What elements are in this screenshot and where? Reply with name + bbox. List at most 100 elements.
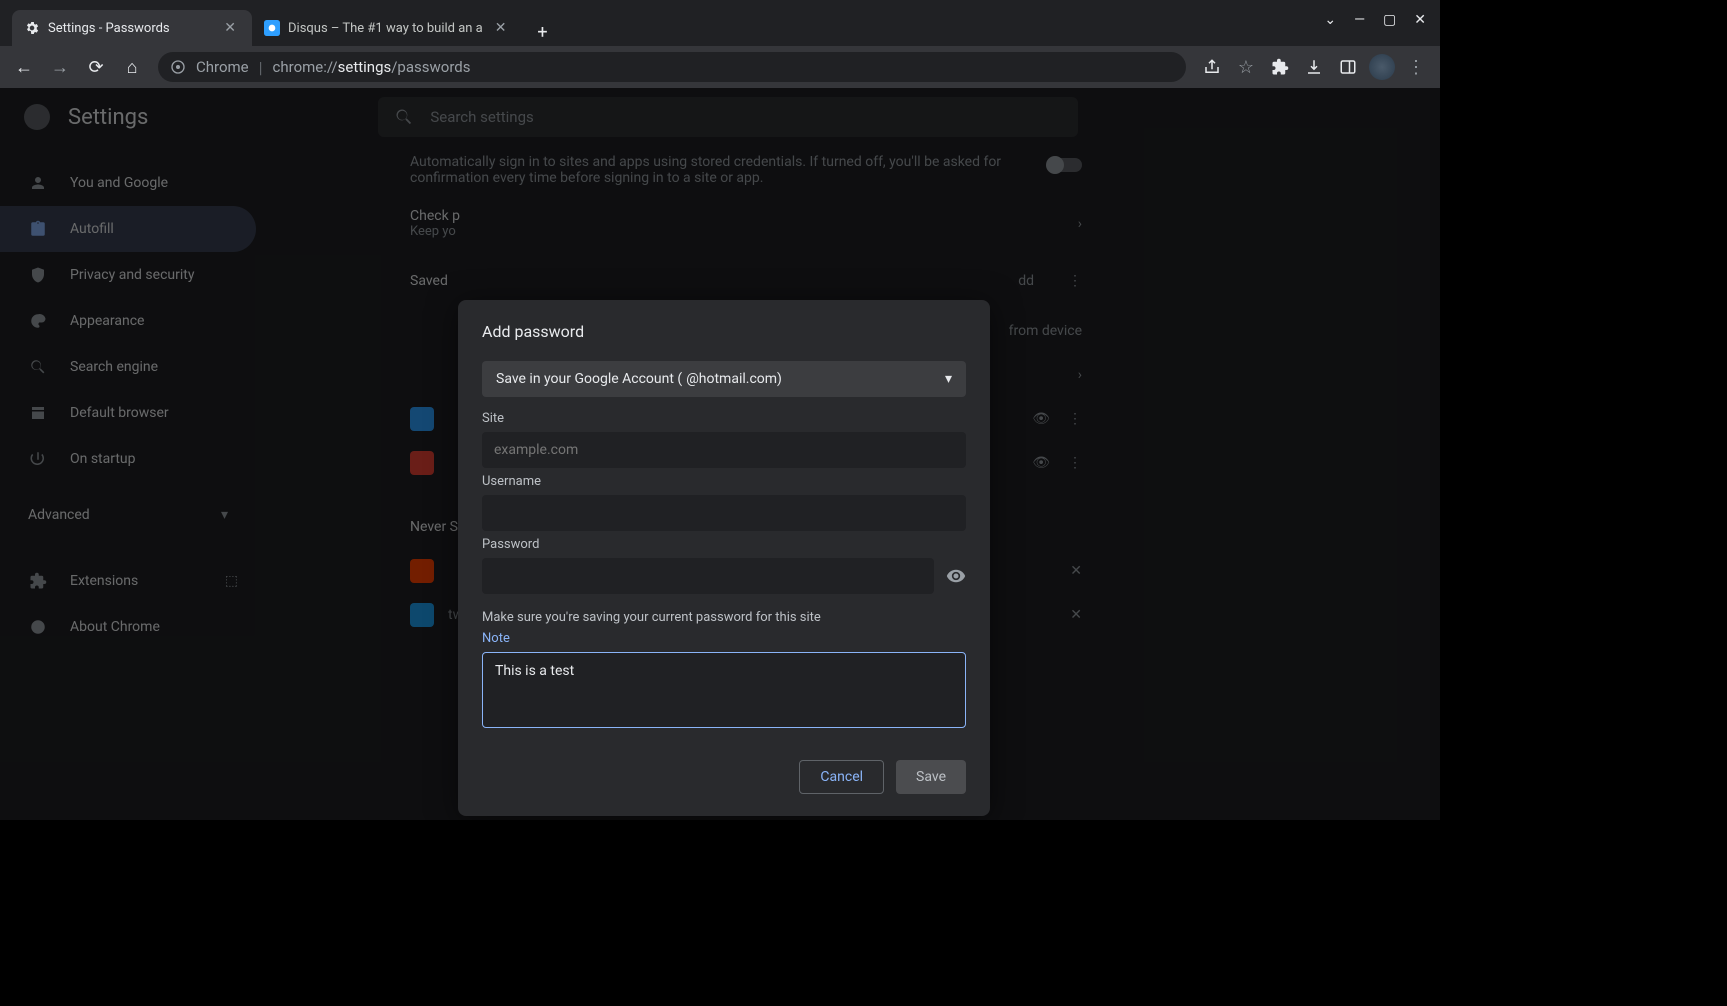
tab-title: Disqus – The #1 way to build an a [288, 21, 483, 36]
omnibox-url: chrome://settings/passwords [273, 58, 471, 76]
sidebar-item-autofill[interactable]: Autofill [0, 206, 256, 252]
sidebar-item-label: Autofill [70, 221, 114, 237]
save-button[interactable]: Save [896, 760, 966, 794]
sidebar-item-default-browser[interactable]: Default browser [0, 390, 256, 436]
sidebar-item-search-engine[interactable]: Search engine [0, 344, 256, 390]
eye-icon[interactable]: 👁 [1032, 455, 1050, 471]
saved-heading: Saved [410, 273, 448, 289]
sidepanel-icon[interactable] [1332, 51, 1364, 83]
tab-close-icon[interactable]: ✕ [220, 20, 240, 36]
chrome-icon [170, 59, 186, 75]
check-passwords-row[interactable]: Check p Keep yo › [396, 194, 1096, 253]
account-prefix: Save in your Google Account ( [496, 371, 682, 387]
sidebar-item-extensions[interactable]: Extensions ⬚ [0, 558, 256, 604]
search-placeholder: Search settings [430, 108, 533, 126]
settings-header: Settings Search settings [0, 88, 1440, 146]
remove-icon[interactable]: ✕ [1070, 563, 1082, 579]
menu-icon[interactable]: ⋮ [1400, 51, 1432, 83]
reload-button[interactable]: ⟳ [80, 51, 112, 83]
site-label: Site [482, 411, 966, 426]
sidebar-item-label: You and Google [70, 175, 168, 191]
toolbar-right: ☆ ⋮ [1196, 51, 1432, 83]
sidebar-item-about[interactable]: About Chrome [0, 604, 256, 650]
username-input[interactable] [482, 495, 966, 531]
omnibox[interactable]: Chrome | chrome://settings/passwords [158, 52, 1186, 82]
remove-icon[interactable]: ✕ [1070, 607, 1082, 623]
dialog-actions: Cancel Save [482, 760, 966, 794]
chevron-down-icon: ▾ [221, 507, 228, 523]
gear-icon [24, 20, 40, 36]
show-password-icon[interactable] [946, 566, 966, 586]
tab-close-icon[interactable]: ✕ [491, 20, 511, 36]
back-button[interactable]: ← [8, 51, 40, 83]
chevron-right-icon: › [1078, 216, 1082, 232]
from-device-label[interactable]: from device [1009, 323, 1082, 339]
favicon [410, 451, 434, 475]
sidebar-item-on-startup[interactable]: On startup [0, 436, 256, 482]
sidebar-item-label: Extensions [70, 573, 138, 589]
omnibox-product: Chrome [196, 58, 249, 76]
search-icon [394, 107, 414, 127]
note-input[interactable] [482, 652, 966, 728]
content-area: Settings Search settings You and Google … [0, 88, 1440, 820]
sidebar-item-label: Search engine [70, 359, 158, 375]
password-input[interactable] [482, 558, 934, 594]
downloads-icon[interactable] [1298, 51, 1330, 83]
clipboard-icon [28, 219, 48, 239]
auto-signin-row: Automatically sign in to sites and apps … [396, 146, 1096, 194]
home-button[interactable]: ⌂ [116, 51, 148, 83]
tab-settings-passwords[interactable]: Settings - Passwords ✕ [12, 10, 252, 46]
browser-window: ⌄ ― ▢ ✕ Settings - Passwords ✕ Disqus – … [0, 0, 1440, 820]
sidebar-item-label: Privacy and security [70, 267, 194, 283]
palette-icon [28, 311, 48, 331]
favicon [410, 559, 434, 583]
tab-disqus[interactable]: Disqus – The #1 way to build an a ✕ [252, 10, 522, 46]
sidebar-item-you-and-google[interactable]: You and Google [0, 160, 256, 206]
sidebar-item-label: Advanced [28, 507, 90, 523]
eye-icon[interactable]: 👁 [1032, 411, 1050, 427]
external-link-icon: ⬚ [225, 573, 238, 589]
twitter-icon [410, 603, 434, 627]
page-title: Settings [68, 105, 148, 130]
cancel-button[interactable]: Cancel [799, 760, 884, 794]
chrome-logo-icon [24, 104, 50, 130]
more-icon[interactable]: ⋮ [1068, 455, 1082, 471]
more-icon[interactable]: ⋮ [1068, 411, 1082, 427]
sidebar-item-label: On startup [70, 451, 136, 467]
username-label: Username [482, 474, 966, 489]
tab-bar: Settings - Passwords ✕ Disqus – The #1 w… [0, 0, 1440, 46]
more-icon[interactable]: ⋮ [1068, 273, 1082, 289]
chevron-down-icon[interactable]: ⌄ [1324, 12, 1336, 28]
close-icon[interactable]: ✕ [1414, 12, 1426, 28]
window-icon [28, 403, 48, 423]
sidebar-item-appearance[interactable]: Appearance [0, 298, 256, 344]
sidebar-item-label: Appearance [70, 313, 144, 329]
new-tab-button[interactable]: + [528, 18, 556, 46]
share-icon[interactable] [1196, 51, 1228, 83]
toolbar: ← → ⟳ ⌂ Chrome | chrome://settings/passw… [0, 46, 1440, 88]
site-input[interactable] [482, 432, 966, 468]
dialog-title: Add password [482, 322, 966, 341]
sidebar-item-advanced[interactable]: Advanced ▾ [0, 492, 256, 538]
auto-signin-text: Automatically sign in to sites and apps … [410, 154, 1008, 186]
auto-signin-toggle[interactable] [1048, 158, 1082, 172]
sidebar-item-privacy[interactable]: Privacy and security [0, 252, 256, 298]
maximize-icon[interactable]: ▢ [1383, 12, 1396, 28]
sidebar: You and Google Autofill Privacy and secu… [0, 146, 266, 650]
add-password-dialog: Add password Save in your Google Account… [458, 300, 990, 816]
check-title: Check p [410, 208, 460, 224]
never-heading: Never S [410, 519, 458, 535]
chevron-right-icon: › [1078, 367, 1082, 383]
note-label: Note [482, 631, 966, 646]
minimize-icon[interactable]: ― [1354, 12, 1365, 28]
extensions-icon[interactable] [1264, 51, 1296, 83]
forward-button[interactable]: → [44, 51, 76, 83]
add-button-partial[interactable]: dd [1000, 267, 1052, 295]
save-account-select[interactable]: Save in your Google Account ( @hotmail.c… [482, 361, 966, 397]
omnibox-separator: | [259, 58, 263, 77]
password-helper: Make sure you're saving your current pas… [482, 610, 966, 625]
dropdown-icon: ▾ [945, 371, 952, 387]
search-settings-input[interactable]: Search settings [378, 97, 1078, 137]
bookmark-icon[interactable]: ☆ [1230, 51, 1262, 83]
profile-avatar[interactable] [1366, 51, 1398, 83]
